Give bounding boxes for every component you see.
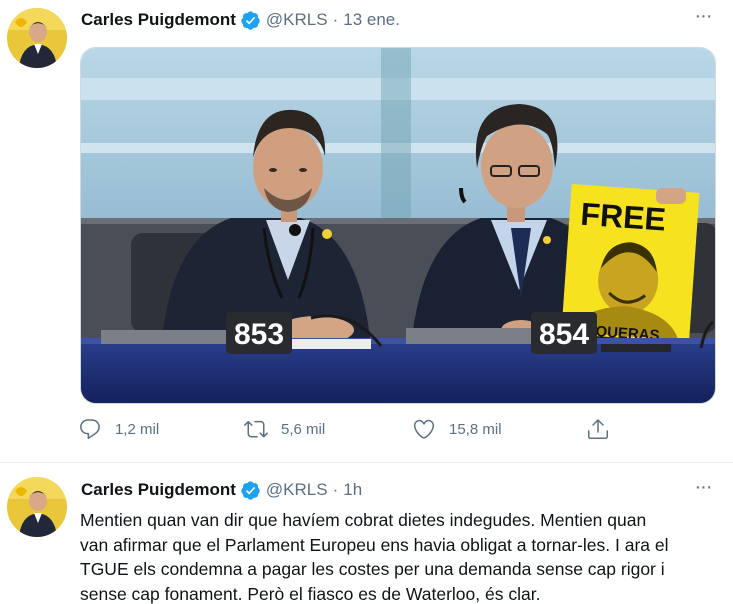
tweet[interactable]: Carles Puigdemont @KRLS · 13 ene. ··· FR… xyxy=(0,0,733,463)
author-handle[interactable]: @KRLS xyxy=(266,480,328,500)
retweet-button[interactable]: 5,6 mil xyxy=(244,414,325,444)
like-count: 15,8 mil xyxy=(449,420,502,438)
author-name[interactable]: Carles Puigdemont xyxy=(81,480,236,500)
like-button[interactable]: 15,8 mil xyxy=(412,414,502,444)
sign-free-text: FREE xyxy=(579,196,667,238)
timestamp[interactable]: 13 ene. xyxy=(343,10,400,30)
reply-button[interactable]: 1,2 mil xyxy=(78,414,159,444)
tweet-header: Carles Puigdemont @KRLS · 13 ene. xyxy=(81,9,400,31)
tweet-photo[interactable]: FREE JUNQUERAS 853 854 xyxy=(80,47,716,404)
tweet-text: Mentien quan van dir que havíem cobrat d… xyxy=(80,508,720,604)
reply-icon xyxy=(80,419,100,439)
timestamp[interactable]: 1h xyxy=(343,480,362,500)
tweet-text-line: TGUE els condemna a pagar les costes per… xyxy=(80,559,665,579)
separator: · xyxy=(332,480,339,499)
separator: · xyxy=(332,10,339,29)
tweet-text-line: van afirmar que el Parlament Europeu ens… xyxy=(80,534,669,555)
seat-number-853: 853 xyxy=(234,318,284,351)
seat-number-854: 854 xyxy=(539,318,589,351)
avatar[interactable] xyxy=(7,477,67,537)
share-button[interactable] xyxy=(586,414,623,444)
tweet-actions: 1,2 mil 5,6 mil 15,8 mil xyxy=(78,414,638,444)
author-name[interactable]: Carles Puigdemont xyxy=(81,10,236,30)
reply-count: 1,2 mil xyxy=(115,420,160,438)
tweet-text-line: sense cap fonament. Però el fiasco es de… xyxy=(80,583,541,604)
share-icon xyxy=(588,419,608,439)
verified-badge-icon xyxy=(241,10,260,30)
more-options-icon[interactable]: ··· xyxy=(691,6,715,29)
avatar[interactable] xyxy=(7,8,67,68)
retweet-icon xyxy=(244,420,268,438)
verified-badge-icon xyxy=(241,480,260,500)
tweet[interactable]: Carles Puigdemont @KRLS · 1h ··· Mentien… xyxy=(0,464,733,604)
retweet-count: 5,6 mil xyxy=(281,420,326,438)
tweet-header: Carles Puigdemont @KRLS · 1h xyxy=(81,479,362,501)
author-handle[interactable]: @KRLS xyxy=(266,10,328,30)
tweet-text-line: Mentien quan van dir que havíem cobrat d… xyxy=(80,510,647,530)
heart-icon xyxy=(413,419,435,439)
more-options-icon[interactable]: ··· xyxy=(691,477,715,500)
